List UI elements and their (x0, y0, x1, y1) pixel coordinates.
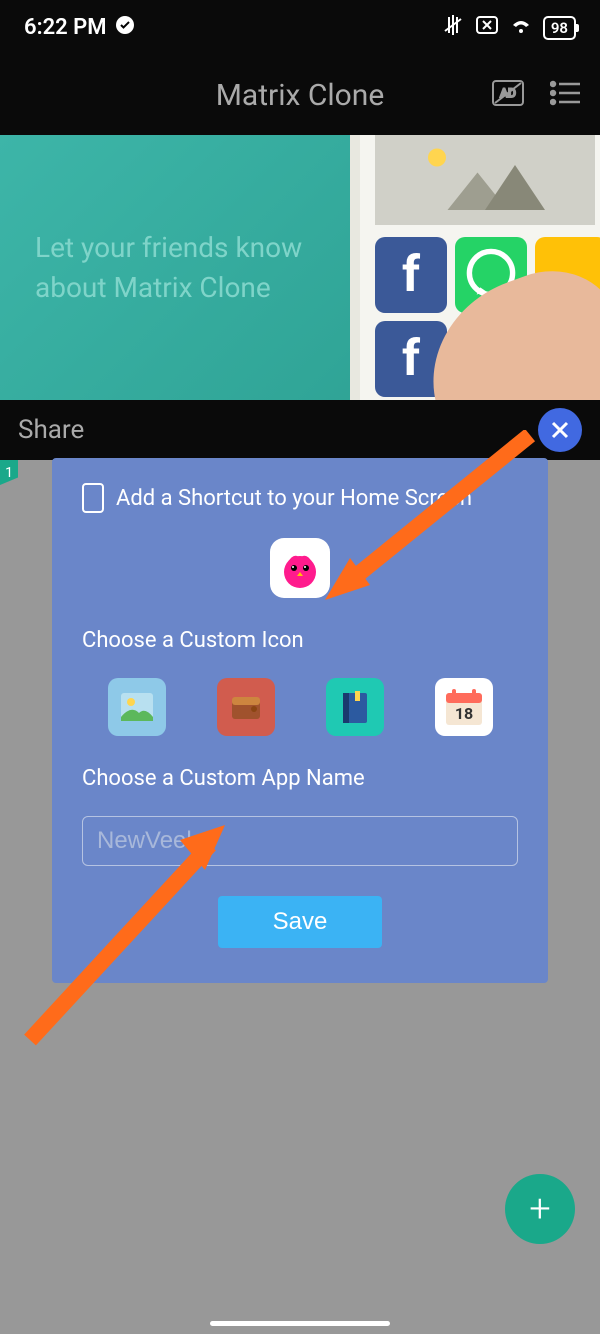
notebook-icon-option[interactable] (326, 678, 384, 736)
calendar-icon-option[interactable]: 18 (435, 678, 493, 736)
home-indicator (210, 1321, 390, 1326)
choose-icon-label: Choose a Custom Icon (82, 628, 518, 653)
app-title: Matrix Clone (216, 78, 385, 113)
status-bar: 6:22 PM 98 (0, 0, 600, 55)
facebook-icon: f (375, 237, 447, 313)
app-header: Matrix Clone AD (0, 55, 600, 135)
menu-list-icon[interactable] (550, 80, 580, 110)
modal-title: Add a Shortcut to your Home Screen (116, 486, 472, 511)
promo-banner[interactable]: Let your friends know about Matrix Clone… (0, 135, 600, 400)
phone-shortcut-icon (82, 483, 104, 513)
app-indicator-icon (115, 15, 135, 41)
banner-text: Let your friends know about Matrix Clone (0, 228, 302, 306)
battery-icon: 98 (543, 16, 576, 40)
choose-name-label: Choose a Custom App Name (82, 766, 518, 791)
modal-title-row: Add a Shortcut to your Home Screen (82, 483, 518, 513)
current-app-icon[interactable] (270, 538, 330, 598)
wifi-icon (509, 15, 533, 41)
close-button[interactable] (538, 408, 582, 452)
add-fab-button[interactable]: + (505, 1174, 575, 1244)
box-x-icon (475, 15, 499, 41)
plus-icon: + (529, 1187, 550, 1231)
icon-options: 18 (82, 678, 518, 736)
app-name-input[interactable] (82, 816, 518, 866)
gallery-icon-option[interactable] (108, 678, 166, 736)
save-button[interactable]: Save (218, 896, 383, 948)
no-ads-icon[interactable]: AD (491, 79, 525, 111)
svg-text:f: f (402, 245, 421, 304)
share-row: Share (0, 400, 600, 460)
svg-text:18: 18 (454, 704, 472, 723)
wallet-icon-option[interactable] (217, 678, 275, 736)
share-label: Share (18, 415, 84, 445)
status-time: 6:22 PM (24, 15, 107, 40)
shortcut-modal: Add a Shortcut to your Home Screen Choos… (52, 458, 548, 983)
header-actions: AD (491, 79, 580, 111)
svg-text:f: f (402, 329, 421, 388)
vibrate-icon (441, 13, 465, 43)
status-right: 98 (441, 13, 576, 43)
status-left: 6:22 PM (24, 15, 135, 41)
